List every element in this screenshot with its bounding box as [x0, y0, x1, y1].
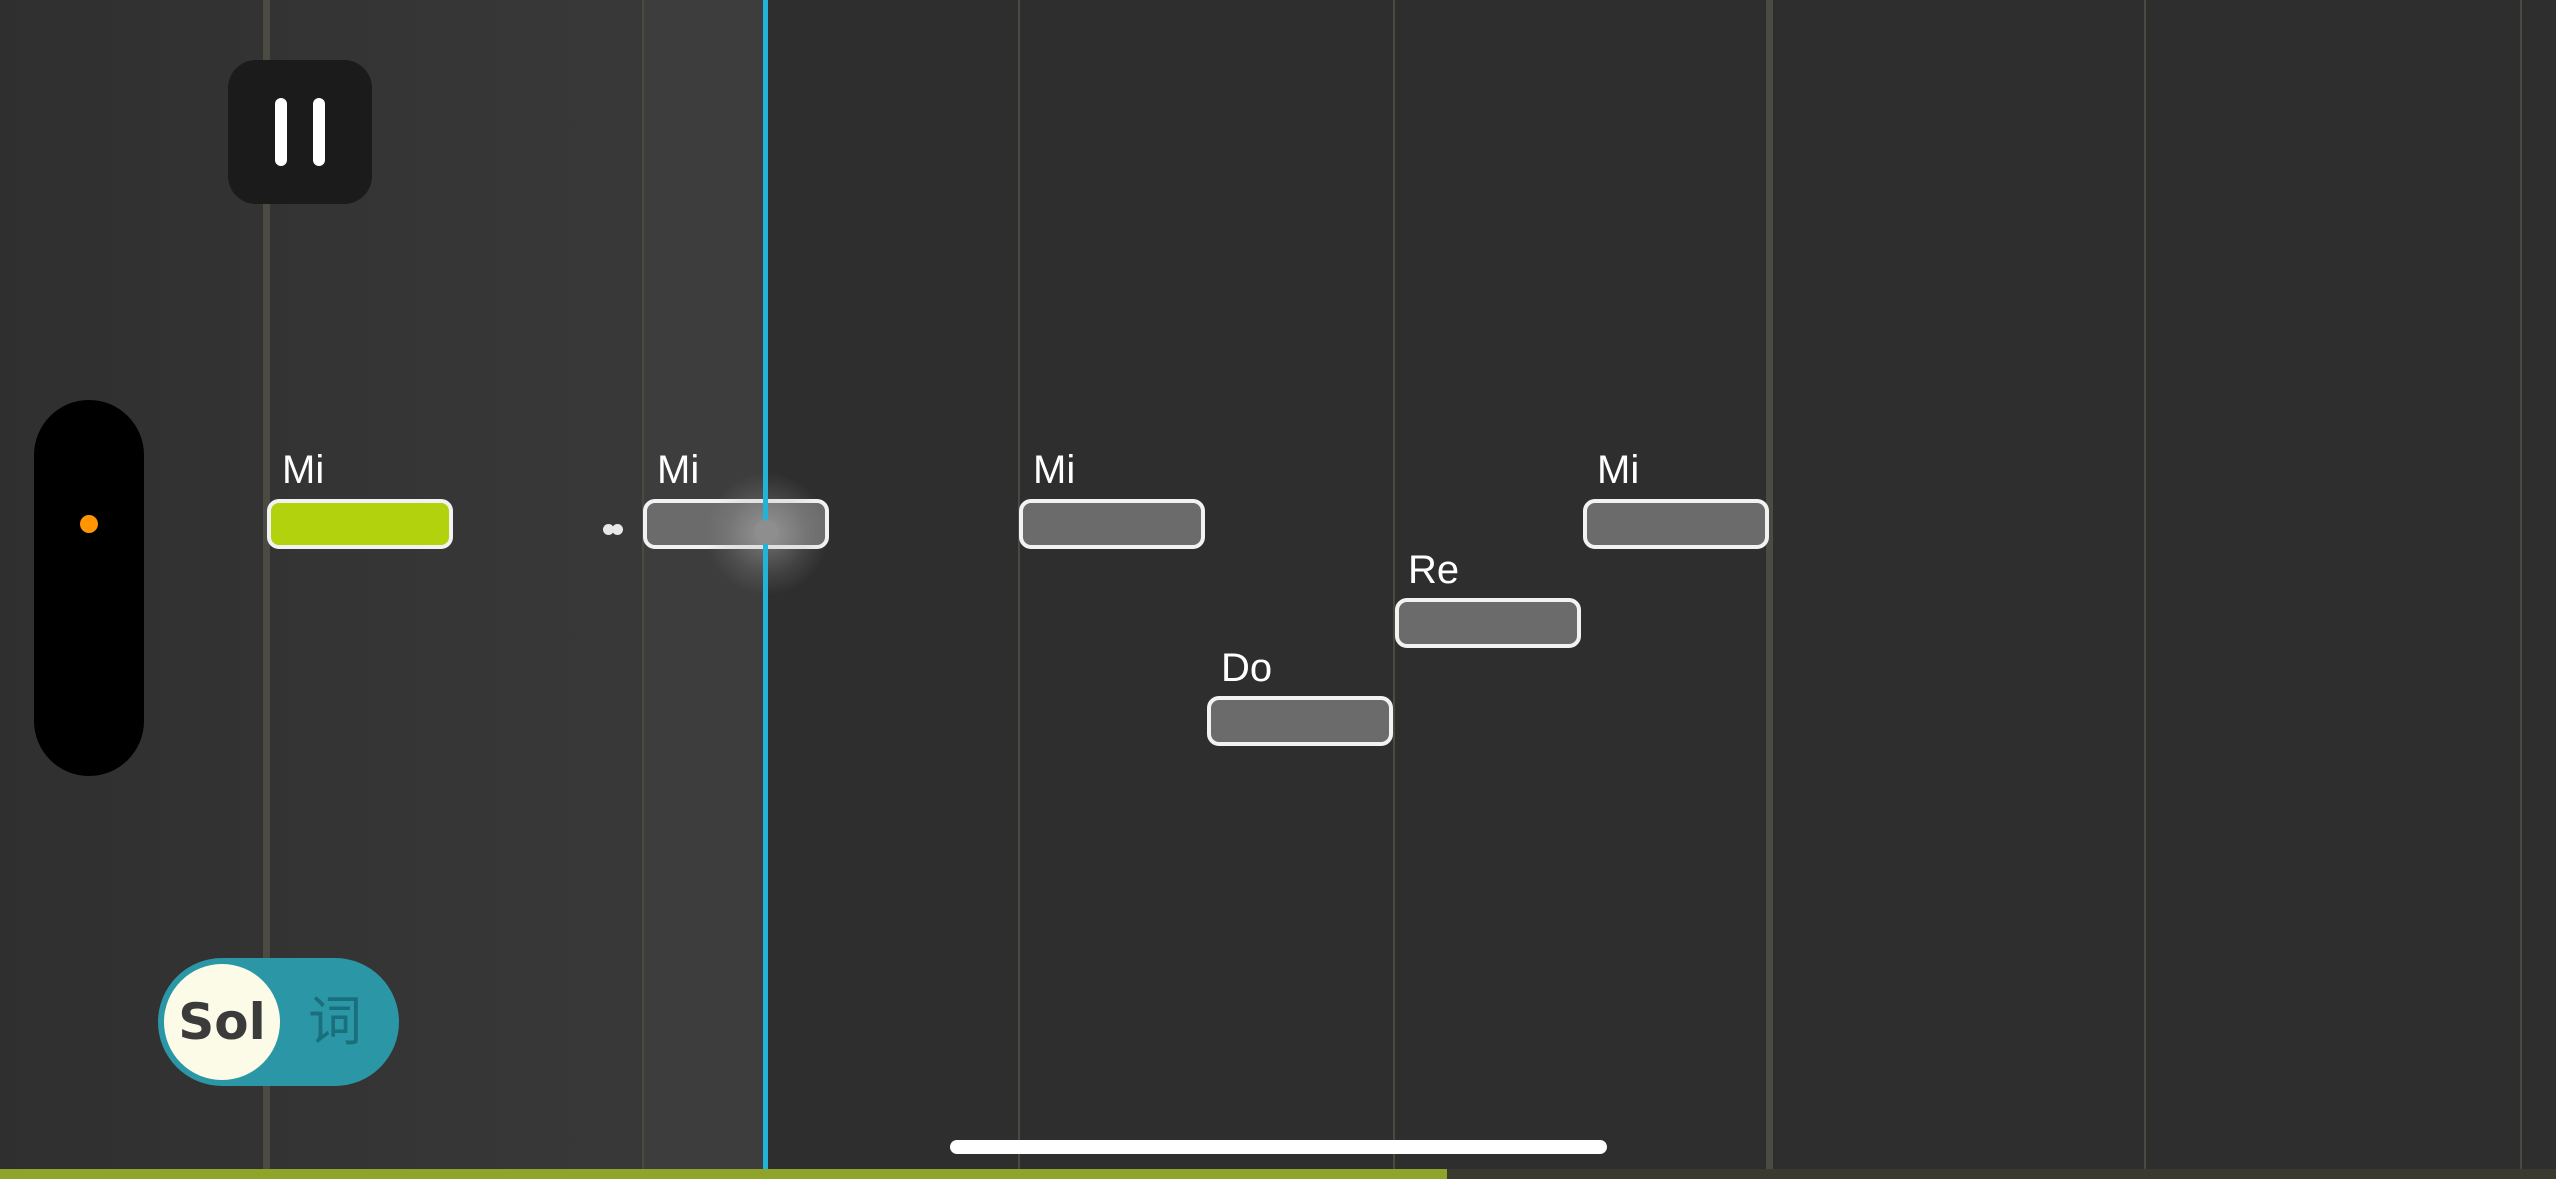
note-label: Mi — [1033, 448, 1076, 492]
note-label: Do — [1221, 646, 1273, 690]
note-bar — [1583, 499, 1769, 549]
note-label: Re — [1408, 548, 1460, 592]
beat-line — [642, 0, 644, 1169]
song-progress-bar[interactable] — [0, 1169, 2556, 1179]
pitch-meter — [34, 400, 144, 776]
beat-line — [1018, 0, 1020, 1169]
beat-line — [1393, 0, 1395, 1169]
note-bar — [1395, 598, 1581, 648]
beat-line — [2144, 0, 2146, 1169]
note-bar — [1207, 696, 1393, 746]
note-label: Mi — [1597, 448, 1640, 492]
breath-mark-icon — [603, 524, 625, 536]
karaoke-pitch-stage: Mi Mi Mi Do Re Mi Sol 词 — [0, 0, 2556, 1179]
toggle-knob-solfege: Sol — [164, 964, 280, 1080]
beat-line — [2520, 0, 2522, 1169]
note-bar-sung — [267, 499, 453, 549]
solfege-lyrics-toggle[interactable]: Sol 词 — [158, 958, 399, 1086]
playhead-line — [763, 0, 768, 1169]
pitch-level-dot — [80, 515, 98, 533]
pause-button[interactable] — [228, 60, 372, 204]
voice-pitch-indicator — [754, 520, 778, 544]
toggle-option-lyrics: 词 — [308, 990, 362, 1053]
note-bar — [1019, 499, 1205, 549]
note-label: Mi — [282, 448, 325, 492]
song-progress-fill — [0, 1169, 1447, 1179]
home-indicator[interactable] — [950, 1140, 1607, 1154]
note-label: Mi — [657, 448, 700, 492]
bar-line — [1766, 0, 1773, 1169]
